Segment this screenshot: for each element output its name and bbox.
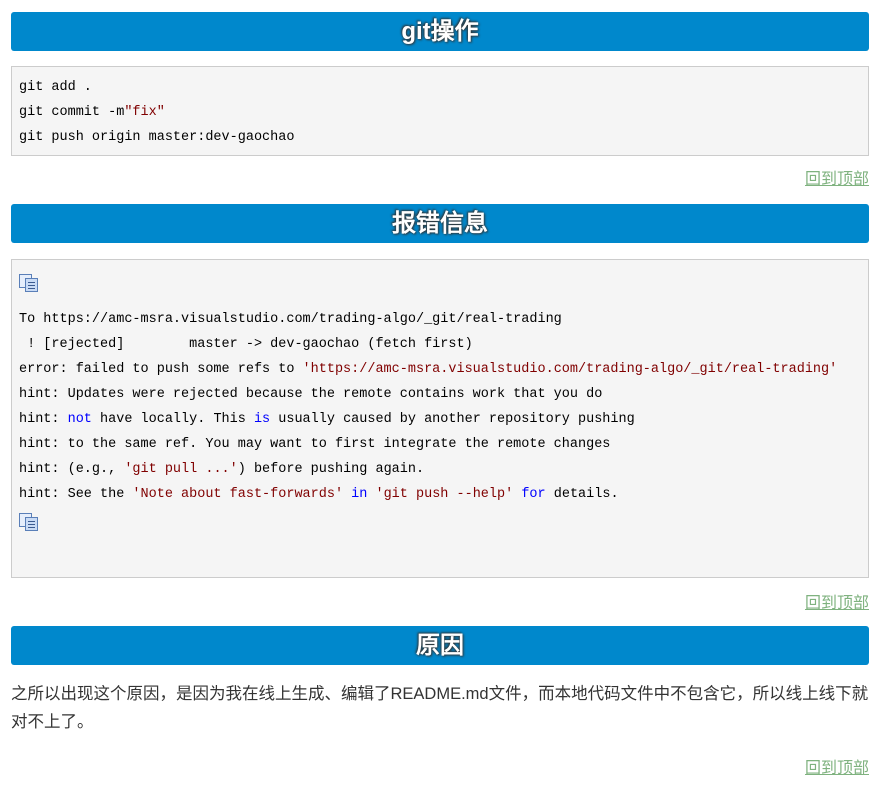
back-to-top-link[interactable]: 回到顶部 <box>805 754 869 778</box>
copy-icon[interactable] <box>19 513 38 531</box>
code-string: 'https://amc-msra.visualstudio.com/tradi… <box>302 362 838 377</box>
code-block-error: To https://amc-msra.visualstudio.com/tra… <box>11 259 869 578</box>
back-to-top-link[interactable]: 回到顶部 <box>805 589 869 613</box>
code-text: hint: (e.g., <box>19 462 125 477</box>
code-keyword: in <box>351 487 368 502</box>
code-line: git commit -m"fix" <box>19 100 861 125</box>
code-line: hint: not have locally. This is usually … <box>19 407 861 432</box>
code-keyword: is <box>253 412 271 427</box>
copy-icon[interactable] <box>19 274 38 292</box>
section-title-error: 报错信息 <box>11 204 869 243</box>
code-line: hint: to the same ref. You may want to f… <box>19 437 611 452</box>
reason-paragraph: 之所以出现这个原因，是因为我在线上生成、编辑了README.md文件，而本地代码… <box>11 685 869 731</box>
code-string: "fix" <box>124 105 165 120</box>
code-line: hint: (e.g., 'git pull ...') before push… <box>19 457 861 482</box>
copy-row <box>19 274 861 307</box>
code-text: error: failed to push some refs to <box>19 362 303 377</box>
code-text: usually caused by another repository pus… <box>270 412 635 427</box>
code-string: 'Note about fast-forwards' <box>132 487 344 502</box>
code-line: git add . <box>19 80 92 95</box>
code-text: ) before pushing again. <box>237 462 425 477</box>
code-text: have locally. This <box>91 412 254 427</box>
code-line: hint: See the 'Note about fast-forwards'… <box>19 482 861 507</box>
code-string: 'git push --help' <box>375 487 514 502</box>
code-string: 'git pull ...' <box>124 462 238 477</box>
code-line: hint: Updates were rejected because the … <box>19 387 603 402</box>
code-line: ! [rejected] master -> dev-gaochao (fetc… <box>19 337 473 352</box>
code-line: error: failed to push some refs to 'http… <box>19 357 861 382</box>
code-text: git commit -m <box>19 105 125 120</box>
code-text: details. <box>545 487 619 502</box>
code-text: hint: See the <box>19 487 133 502</box>
code-block-git-ops: git add . git commit -m"fix" git push or… <box>11 66 869 156</box>
back-to-top-link[interactable]: 回到顶部 <box>805 165 869 189</box>
copy-row <box>19 507 861 541</box>
code-text: hint: <box>19 412 68 427</box>
section-title-reason: 原因 <box>11 626 869 665</box>
code-keyword: for <box>521 487 546 502</box>
code-keyword: not <box>67 412 92 427</box>
section-title-git-ops: git操作 <box>11 12 869 51</box>
code-line: To https://amc-msra.visualstudio.com/tra… <box>19 312 562 327</box>
code-line: git push origin master:dev-gaochao <box>19 130 295 145</box>
